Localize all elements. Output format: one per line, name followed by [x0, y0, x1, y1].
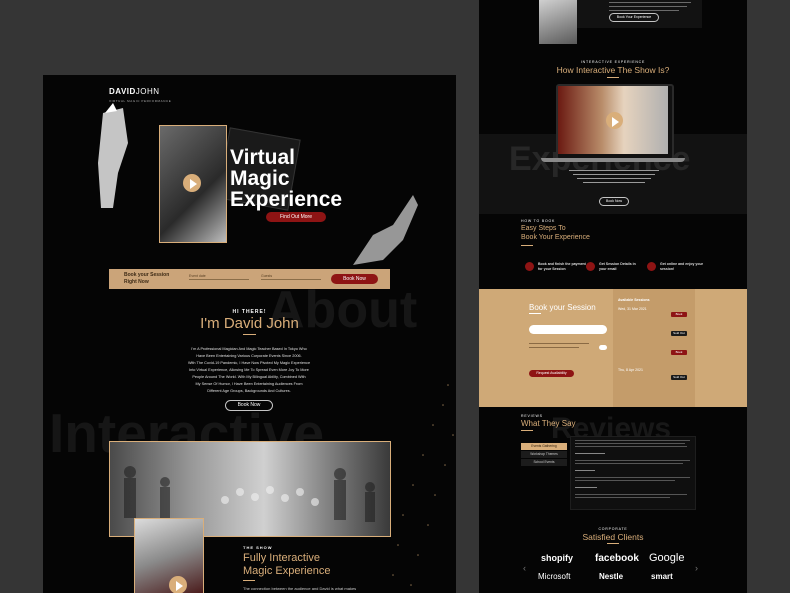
show-eyebrow: THE SHOW: [243, 545, 273, 550]
text-line: [575, 494, 687, 495]
online-step-icon: [647, 262, 656, 271]
google-logo: Google: [649, 552, 685, 564]
howto-divider: [521, 245, 533, 246]
text-line: [609, 6, 687, 7]
howto-eyebrow: HOW TO BOOK: [521, 219, 556, 223]
clients-divider: [607, 543, 619, 544]
text-line: [575, 480, 675, 481]
text-line: [575, 487, 597, 488]
reviews-divider: [521, 430, 533, 431]
text-line: [575, 443, 685, 444]
email-step-icon: [586, 262, 595, 271]
text-line: [569, 170, 659, 171]
site-logo[interactable]: DAVIDJOHN VIRTUAL MAGIC PERFORMANCE: [109, 81, 171, 103]
text-line: [575, 463, 683, 464]
booking-toggle[interactable]: [599, 345, 607, 350]
hero-title: Virtual Magic Experience: [230, 146, 343, 211]
show-title: Fully Interactive Magic Experience: [243, 552, 331, 577]
show-play-icon[interactable]: [169, 576, 187, 593]
clients-next-icon[interactable]: ›: [695, 563, 698, 573]
text-line: [577, 178, 651, 179]
show-divider: [243, 580, 255, 581]
clients-eyebrow: CORPORATE: [598, 527, 628, 531]
text-line: [573, 174, 655, 175]
clients-prev-icon[interactable]: ‹: [523, 563, 526, 573]
text-line: [529, 347, 579, 348]
session-soldout-button[interactable]: Sold Out: [671, 331, 687, 336]
text-line: [609, 10, 679, 11]
logo-name-b: JOHN: [135, 87, 160, 96]
text-line: [575, 497, 670, 498]
text-line: [609, 2, 691, 3]
booking-section: Book your Session Request Availability A…: [479, 289, 747, 407]
text-line: [575, 446, 687, 447]
smart-logo: smart: [651, 572, 673, 581]
session-soldout-button[interactable]: Sold Out: [671, 375, 687, 380]
top-magician-photo: [539, 0, 577, 44]
about-title: I'm David John: [200, 315, 299, 332]
magician-hand-right-icon: [353, 195, 418, 265]
magician-hand-left-icon: [98, 103, 128, 208]
microsoft-logo: Microsoft: [538, 572, 571, 581]
show-magician-photo: [134, 518, 204, 593]
laptop-base: [541, 158, 685, 162]
howto-title: Easy Steps To Book Your Experience: [521, 225, 590, 241]
interactive-divider: [607, 77, 619, 78]
laptop-play-icon[interactable]: [606, 112, 623, 129]
landing-page-left: DAVIDJOHN VIRTUAL MAGIC PERFORMANCE Virt…: [43, 75, 456, 593]
event-date-field[interactable]: Event date: [189, 274, 206, 278]
interactive-title: How Interactive The Show Is?: [556, 65, 670, 75]
reviews-title: What They Say: [521, 419, 576, 428]
show-body-text: The connection between the audience and …: [243, 586, 357, 591]
step-3-label: Get online and enjoy your session!: [660, 262, 703, 271]
facebook-logo: facebook: [595, 553, 639, 564]
guests-field[interactable]: Guests: [261, 274, 272, 278]
shopify-logo: shopify: [541, 553, 574, 563]
session-book-button[interactable]: Book: [671, 312, 687, 317]
booking-title: Book your Session: [529, 303, 596, 312]
about-bio: I'm A Professional Magician And Magic Te…: [187, 347, 311, 393]
reviews-eyebrow: REVIEWS: [521, 414, 543, 418]
review-tab-events[interactable]: Events Gathering: [521, 443, 567, 450]
text-line: [529, 343, 589, 344]
session-day-1: Wed, 31 Mar 2021: [618, 307, 647, 311]
interactive-eyebrow: INTERACTIVE EXPERIENCE: [580, 60, 646, 64]
booking-divider: [529, 313, 541, 314]
clients-title: Satisfied Clients: [582, 532, 644, 542]
text-line: [575, 470, 595, 471]
text-line: [575, 453, 605, 454]
top-book-experience-button[interactable]: Book Your Experience: [609, 13, 659, 22]
nestle-logo: Nestle: [599, 572, 624, 581]
session-book-button[interactable]: Book: [671, 350, 687, 355]
landing-page-right: Book Your Experience INTERACTIVE EXPERIE…: [479, 0, 747, 593]
step-1-label: Book and finish the payment for your Ses…: [538, 262, 586, 271]
laptop-screen: [556, 84, 674, 160]
text-line: [575, 477, 690, 478]
available-sessions-panel: Available Sessions Wed, 31 Mar 2021 Book…: [613, 289, 695, 407]
request-availability-button[interactable]: Request Availability: [529, 370, 574, 377]
review-tab-workshop[interactable]: Workshop Themes: [521, 451, 567, 458]
booking-date-input[interactable]: [529, 325, 607, 334]
session-day-2: Thu, 8 Apr 2021: [618, 368, 643, 372]
review-tab-school[interactable]: School Events: [521, 459, 567, 466]
find-out-more-button[interactable]: Find Out More: [266, 212, 326, 222]
hero-play-icon[interactable]: [183, 174, 201, 192]
hero-magician-photo: [159, 125, 227, 243]
available-sessions-label: Available Sessions: [618, 298, 650, 302]
review-content: [570, 436, 696, 510]
text-line: [575, 460, 690, 461]
about-divider: [243, 334, 256, 335]
logo-name-a: DAVID: [109, 87, 136, 96]
text-line: [575, 440, 690, 441]
booking-bar-label: Book your Session Right Now: [124, 272, 170, 285]
event-date-underline: [189, 279, 249, 280]
interactive-book-button[interactable]: Book Now: [599, 197, 629, 206]
text-line: [583, 182, 645, 183]
step-2-label: Get Session Details in your email: [599, 262, 636, 271]
payment-step-icon: [525, 262, 534, 271]
